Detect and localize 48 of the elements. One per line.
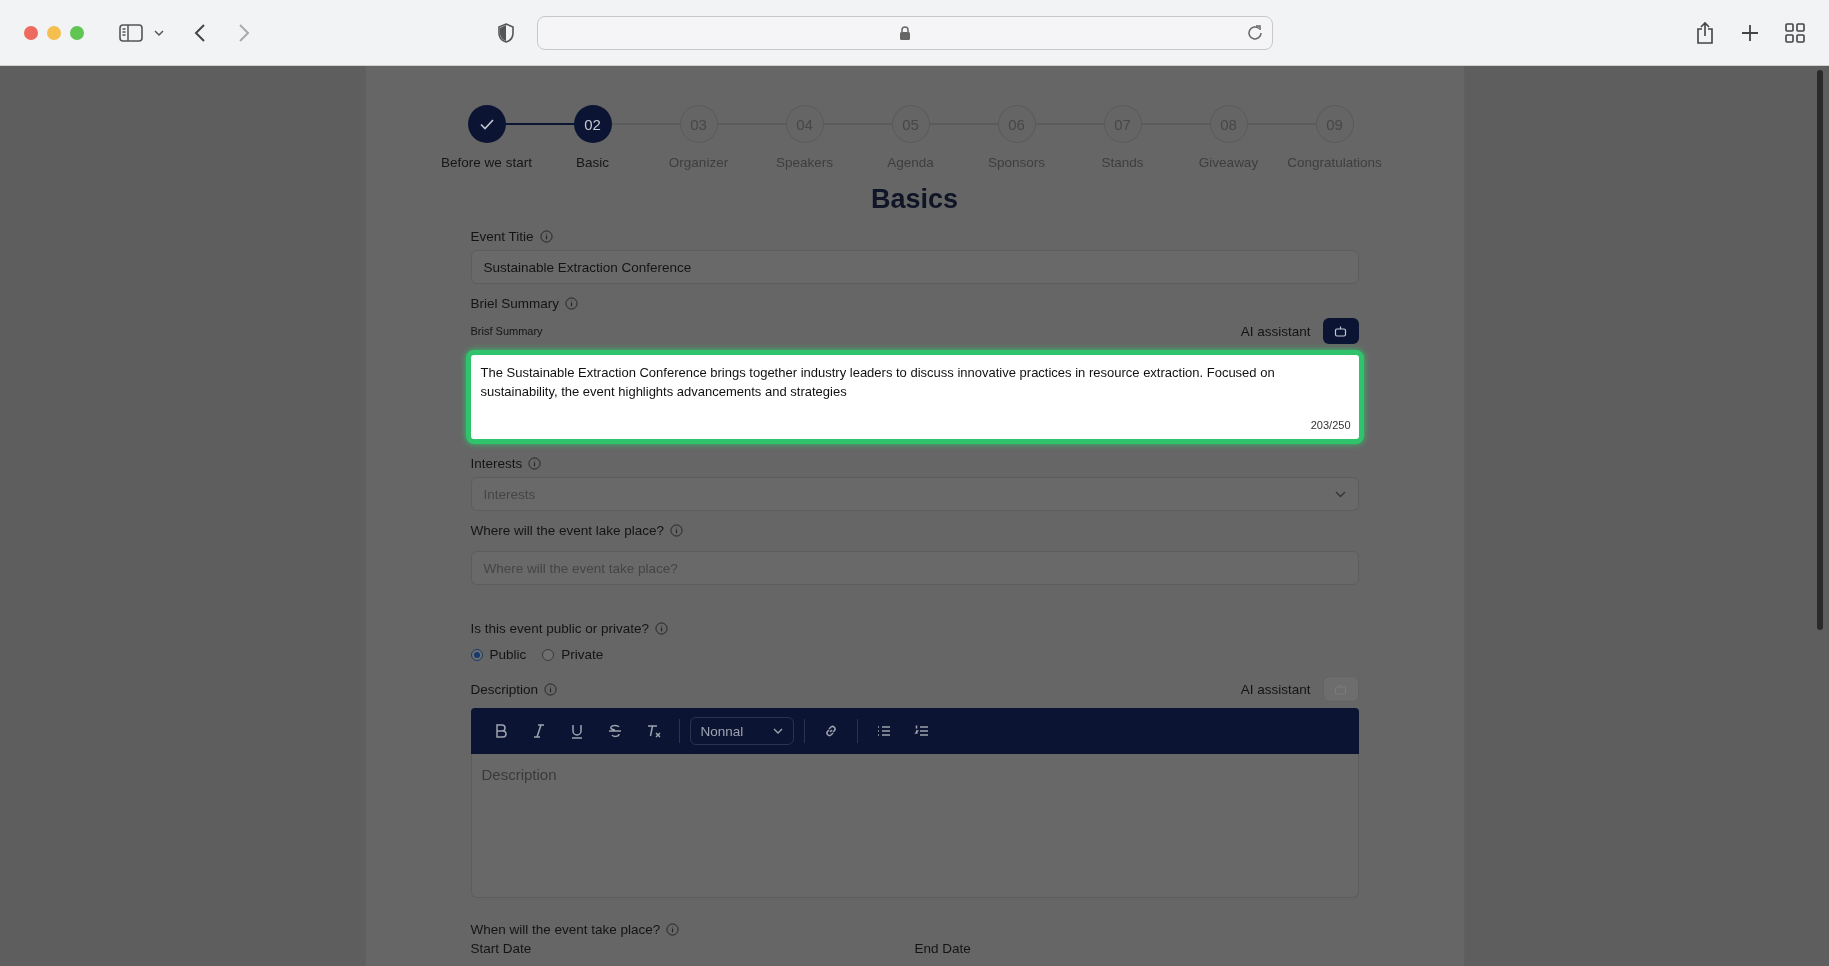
field-label: When will the event take place? bbox=[470, 921, 661, 937]
field-label: Briel Summary bbox=[470, 295, 559, 311]
shield-icon[interactable] bbox=[497, 22, 515, 43]
back-icon[interactable] bbox=[193, 22, 207, 43]
event-title-field[interactable]: Sustainable Extraction Conference bbox=[470, 250, 1359, 284]
field-label: Description bbox=[470, 681, 539, 697]
info-icon bbox=[528, 456, 542, 470]
close-window-icon[interactable] bbox=[24, 25, 38, 40]
step-circle[interactable]: 02 bbox=[573, 105, 612, 143]
format-dropdown[interactable]: Nonnal bbox=[689, 717, 794, 745]
chevron-down-icon[interactable] bbox=[153, 27, 165, 38]
step-label: Basic bbox=[576, 155, 609, 170]
field-label: Interests bbox=[470, 455, 523, 471]
sidebar-icon[interactable] bbox=[119, 22, 143, 43]
share-icon[interactable] bbox=[1695, 20, 1715, 45]
field-label: Start Date bbox=[470, 941, 533, 956]
robot-icon bbox=[1334, 325, 1347, 337]
character-counter: 203/250 bbox=[1310, 418, 1351, 433]
field-label: Where will the event lake place? bbox=[470, 522, 665, 538]
field-label: End Date bbox=[914, 941, 972, 956]
lock-icon bbox=[899, 25, 911, 40]
scrollbar-thumb[interactable] bbox=[1817, 70, 1823, 630]
tab-overview-icon[interactable] bbox=[1785, 22, 1805, 43]
step-circle[interactable] bbox=[467, 105, 506, 143]
field-label: Event Titie bbox=[470, 228, 534, 244]
page-title: Basics bbox=[869, 184, 960, 215]
chevron-down-icon bbox=[1334, 490, 1346, 498]
radio-label[interactable]: Public bbox=[489, 647, 527, 662]
field-sublabel: Brisf Summary bbox=[470, 325, 543, 337]
reload-icon[interactable] bbox=[1246, 23, 1264, 42]
info-icon bbox=[544, 682, 558, 696]
ai-assistant-button[interactable] bbox=[1322, 318, 1359, 344]
ai-assistant-label: AI assistant bbox=[1240, 323, 1311, 339]
radio-button[interactable] bbox=[542, 648, 555, 661]
field-label: Is this event public or private? bbox=[470, 620, 650, 636]
info-icon bbox=[655, 621, 669, 635]
plus-icon[interactable] bbox=[1741, 23, 1759, 42]
step-label: Before we start bbox=[441, 155, 532, 170]
radio-label[interactable]: Private bbox=[561, 647, 604, 662]
chevron-down-icon bbox=[772, 728, 783, 734]
check-icon bbox=[479, 118, 494, 130]
info-icon bbox=[539, 229, 553, 243]
radio-button[interactable] bbox=[470, 648, 483, 661]
info-icon bbox=[666, 922, 680, 936]
info-icon bbox=[565, 296, 578, 310]
info-icon bbox=[670, 523, 684, 537]
ai-assistant-label: AI assistant bbox=[1240, 681, 1311, 697]
summary-textarea[interactable]: The Sustainable Extraction Conference brings together industry leaders to discuss innovative practices in resource extraction. Focused on sustainability, the event highlights advancements and strategies 203/250 bbox=[465, 350, 1364, 444]
